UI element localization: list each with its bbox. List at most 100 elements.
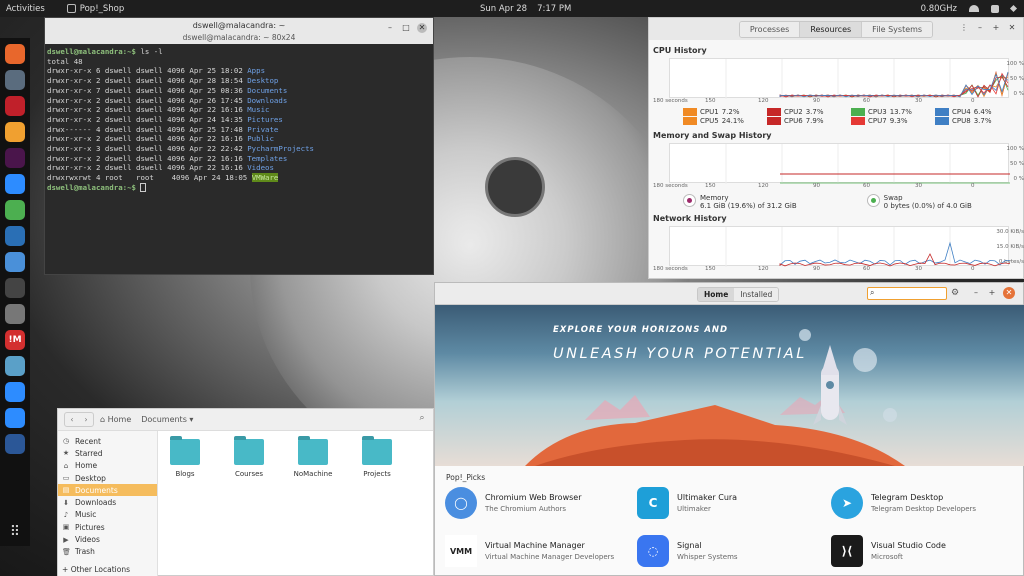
app-card[interactable]: C Ultimaker Cura Ultimaker [637,487,737,519]
system-menu-icon[interactable] [1009,4,1018,13]
sidebar-item-starred[interactable]: ★ Starred [58,447,157,459]
cpu-legend: CPU1 7.2% CPU2 3.7% CPU3 13.7% CPU4 6.4% CPU5 24.… [683,108,1019,125]
sidebar-item-downloads[interactable]: ⬇ Downloads [58,496,157,508]
cpu-color-swatch[interactable] [851,108,865,116]
folder-item[interactable]: Projects [360,436,394,478]
close-button[interactable]: ✕ [1003,287,1015,299]
app-card[interactable]: ◯ Chromium Web Browser The Chromium Author… [445,487,582,519]
app-card[interactable]: ◌ Signal Whisper Systems [637,535,738,567]
terminal-window[interactable]: dswell@malacandra: ~ dswell@malacandra: … [44,17,434,275]
sidebar-item-pictures[interactable]: ▣ Pictures [58,521,157,533]
disk-icon[interactable] [5,304,25,324]
app-card[interactable]: VMM Virtual Machine Manager Virtual Machin… [445,535,614,567]
firefox-icon[interactable] [5,44,25,64]
cpu-color-swatch[interactable] [851,117,865,125]
pop-shop-window[interactable]: Home Installed ⌕ ⚙ – + ✕ EXPLORE YOUR HOR… [434,282,1024,576]
tab-processes[interactable]: Processes [739,21,801,37]
downloads-icon: ⬇ [63,498,69,507]
search-input[interactable]: ⌕ [867,287,947,300]
x-tick-label: 90 [813,183,820,189]
slack-icon[interactable] [5,148,25,168]
maximize-button[interactable]: + [987,288,997,298]
sidebar-item-recent[interactable]: ◷ Recent [58,435,157,447]
document-icon[interactable] [5,434,25,454]
maximize-button[interactable]: □ [401,23,411,33]
tab-resources[interactable]: Resources [800,21,863,37]
app-card[interactable]: ➤ Telegram Desktop Telegram Desktop Develo… [831,487,976,519]
sidebar-item-documents[interactable]: ▤ Documents [58,484,157,497]
folder-item[interactable]: NoMachine [294,436,332,478]
vm-icon[interactable] [5,356,25,376]
close-button[interactable]: ✕ [1007,23,1017,33]
back-button[interactable]: ‹ [65,413,79,426]
zoom-icon[interactable] [5,174,25,194]
memory-label: Memory [700,194,729,202]
monitor-icon[interactable] [5,278,25,298]
memory-pie-icon[interactable] [683,194,696,207]
terminal-output[interactable]: dswell@malacandra:~$ ls -l total 48 drwxr-… [45,44,433,196]
activities-button[interactable]: Activities [6,4,45,14]
cpu-color-swatch[interactable] [767,108,781,116]
minimize-button[interactable]: – [385,23,395,33]
tab-home[interactable]: Home [698,288,735,301]
maximize-button[interactable]: + [991,23,1001,33]
files-icon[interactable] [5,70,25,90]
app-card[interactable]: ⟩⟨ Visual Studio Code Microsoft [831,535,946,567]
cloud-icon[interactable] [5,382,25,402]
cpu-frequency[interactable]: 0.80GHz [921,4,957,14]
app-m-icon[interactable]: !M [5,330,25,350]
breadcrumb-home[interactable]: ⌂ Home [100,415,131,424]
featured-banner[interactable]: EXPLORE YOUR HORIZONS AND UNLEASH YOUR P… [435,305,1024,466]
forward-button[interactable]: › [79,413,93,426]
sidebar-item-music[interactable]: ♪ Music [58,509,157,521]
directory-name: Documents [247,85,288,95]
archive-icon[interactable] [5,122,25,142]
gear-icon[interactable]: ⚙ [951,288,959,298]
folder-item[interactable]: Courses [232,436,266,478]
shop-header[interactable]: Home Installed ⌕ ⚙ – + ✕ [435,283,1023,305]
sidebar-item-trash[interactable]: 🗑 Trash [58,546,157,558]
virtualbox-icon[interactable] [5,226,25,246]
swap-pie-icon[interactable] [866,194,880,207]
sidebar-item-label: Desktop [75,473,106,483]
sidebar-item-home[interactable]: ⌂ Home [58,460,157,472]
clock-time: 7:17 PM [537,3,572,14]
wifi-icon[interactable] [969,5,979,12]
x-tick-label: 180 seconds [653,266,688,272]
minimize-button[interactable]: – [971,288,981,298]
breadcrumb-documents[interactable]: Documents ▾ [141,415,193,424]
zoom2-icon[interactable] [5,408,25,428]
app-menu[interactable]: Pop!_Shop [66,4,124,14]
volume-icon[interactable] [991,4,999,13]
file-manager-header[interactable]: ‹ › ⌂ Home Documents ▾ ⌕ [58,409,433,431]
minimize-button[interactable]: – [975,23,985,33]
tab-file-systems[interactable]: File Systems [862,21,933,37]
search-icon[interactable]: ⌕ [415,413,429,427]
close-button[interactable]: ✕ [417,23,427,33]
cpu-color-swatch[interactable] [935,108,949,116]
cpu-color-swatch[interactable] [683,117,697,125]
tab-installed[interactable]: Installed [734,288,779,301]
menu-icon[interactable]: ⋮ [959,23,969,33]
sidebar-item-desktop[interactable]: ▭ Desktop [58,472,157,484]
cpu-legend-item: CPU6 7.9% [767,117,851,125]
sidebar-item-videos[interactable]: ▶ Videos [58,533,157,545]
app-grid-icon[interactable]: ⠿ [10,524,20,540]
terminal-line: drwxr-xr-x 2 dswell dswell 4096 Apr 22 1… [47,105,431,115]
terminal-icon[interactable] [5,96,25,116]
network-icon[interactable] [5,252,25,272]
folder-item[interactable]: Blogs [168,436,202,478]
cpu-label: CPU7 [868,117,887,125]
file-manager-window[interactable]: ‹ › ⌂ Home Documents ▾ ⌕ ◷ Recent ★ Starred… [57,408,434,576]
terminal-header[interactable]: dswell@malacandra: ~ dswell@malacandra: … [45,18,433,44]
shop-app-icon [66,4,76,13]
clock[interactable]: Sun Apr 28 7:17 PM [480,4,571,14]
picks-title: Pop!_Picks [446,473,486,482]
system-monitor-window[interactable]: Processes Resources File Systems ⋮ – + ✕ C… [648,17,1024,279]
sysmon-header[interactable]: Processes Resources File Systems ⋮ – + ✕ [649,18,1023,40]
cpu-color-swatch[interactable] [683,108,697,116]
other-locations[interactable]: + Other Locations [62,565,130,574]
globe-icon[interactable] [5,200,25,220]
cpu-color-swatch[interactable] [935,117,949,125]
cpu-color-swatch[interactable] [767,117,781,125]
